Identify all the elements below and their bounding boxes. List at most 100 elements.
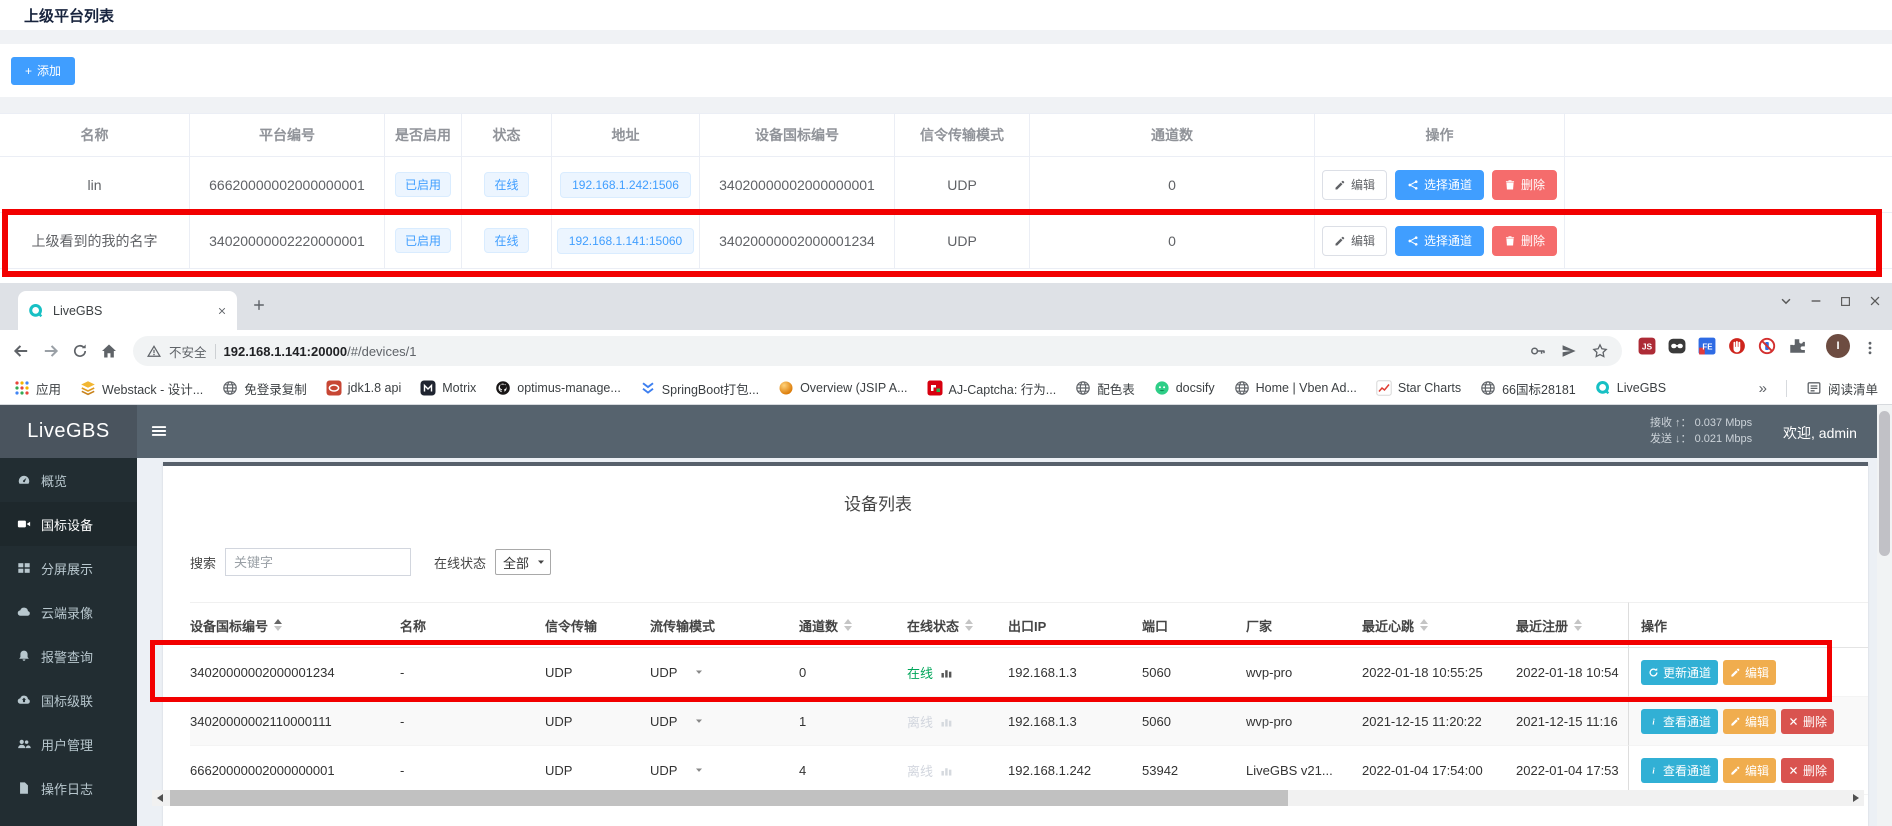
bookmark-item[interactable]: Motrix (420, 380, 476, 396)
app-logo[interactable]: LiveGBS (0, 405, 137, 458)
stream-stats-bars-icon[interactable] (940, 764, 953, 777)
select-channel-button[interactable]: 选择通道 (1395, 170, 1484, 200)
trash-icon (1504, 179, 1516, 191)
send-to-device-icon[interactable] (1561, 343, 1577, 359)
bookmark-item[interactable]: Home | Vben Ad... (1234, 380, 1357, 396)
bookmark-item[interactable]: Star Charts (1376, 380, 1461, 396)
action-refresh-button[interactable]: 更新通道 (1641, 660, 1718, 685)
home-button[interactable] (100, 342, 118, 360)
bookmark-item[interactable]: docsify (1154, 380, 1215, 396)
vertical-scrollbar-thumb[interactable] (1879, 411, 1890, 556)
add-platform-button[interactable]: + 添加 (11, 57, 75, 85)
profile-avatar[interactable]: I (1826, 334, 1850, 358)
x-icon (1788, 716, 1799, 727)
device-stream-mode[interactable]: UDP (650, 746, 799, 795)
stream-stats-bars-icon[interactable] (940, 715, 953, 728)
sidebar-item-file[interactable]: 操作日志 (0, 766, 137, 810)
scroll-left-arrow[interactable] (152, 790, 168, 806)
bookmark-item[interactable]: 应用 (14, 379, 61, 398)
delete-platform-button[interactable]: 删除 (1492, 226, 1557, 256)
bookmark-item[interactable]: AJ-Captcha: 行为... (927, 379, 1057, 398)
platform-table-row: lin66620000002000000001已启用在线192.168.1.24… (0, 157, 1892, 213)
window-close-button[interactable] (1868, 294, 1882, 308)
bookmark-item[interactable]: jdk1.8 api (326, 380, 402, 396)
sidebar-item-grid[interactable]: 分屏展示 (0, 546, 137, 590)
device-column-header[interactable]: 在线状态 (907, 602, 1008, 648)
status-badge: 在线 (484, 172, 528, 197)
sidebar-item-cloud[interactable]: 云端录像 (0, 590, 137, 634)
edit-platform-button[interactable]: 编辑 (1322, 226, 1387, 256)
search-input[interactable] (225, 548, 411, 576)
device-stream-mode[interactable]: UDP (650, 648, 799, 697)
stream-stats-bars-icon[interactable] (940, 666, 953, 679)
address-bar[interactable]: 不安全 192.168.1.141:20000/#/devices/1 (133, 336, 1622, 366)
forward-button[interactable] (42, 342, 60, 360)
device-stream-mode[interactable]: UDP (650, 697, 799, 746)
bookmarks-overflow-chevron[interactable]: » (1759, 380, 1767, 397)
sidebar-item-cloud-up[interactable]: 国标级联 (0, 678, 137, 722)
sidebar-item-gears[interactable]: 基础配置 (0, 810, 137, 826)
tab-close-icon[interactable] (217, 306, 227, 316)
bookmark-item[interactable]: Webstack - 设计... (80, 379, 203, 398)
security-warning-icon[interactable] (147, 344, 161, 358)
window-menu-chevron-icon[interactable] (1779, 294, 1793, 308)
horizontal-scrollbar-thumb[interactable] (170, 790, 1288, 806)
device-column-header[interactable]: 通道数 (799, 602, 907, 648)
scroll-right-arrow[interactable] (1848, 790, 1864, 806)
window-minimize-button[interactable] (1809, 294, 1823, 308)
password-key-icon[interactable] (1530, 343, 1546, 359)
reload-button[interactable] (72, 343, 88, 359)
action-info-button[interactable]: i查看通道 (1641, 709, 1718, 734)
bookmark-item[interactable]: optimus-manage... (495, 380, 621, 396)
sidebar-item-dashboard[interactable]: 概览 (0, 458, 137, 502)
sort-arrows-icon[interactable] (1420, 619, 1428, 631)
stream-mode-select[interactable]: UDP (650, 665, 704, 680)
browser-menu-icon[interactable] (1862, 340, 1878, 356)
bookmark-item[interactable]: Overview (JSIP A... (778, 380, 907, 396)
back-button[interactable] (12, 342, 30, 360)
sidebar-item-bell[interactable]: 报警查询 (0, 634, 137, 678)
bookmark-item[interactable]: LiveGBS (1595, 380, 1666, 396)
action-x-button[interactable]: 删除 (1781, 709, 1834, 734)
action-pencil-button[interactable]: 编辑 (1723, 660, 1776, 685)
bookmark-item[interactable]: 免登录复制 (222, 379, 307, 398)
sort-arrows-icon[interactable] (1574, 619, 1582, 631)
sort-arrows-icon[interactable] (274, 619, 282, 631)
delete-platform-button[interactable]: 删除 (1492, 170, 1557, 200)
pencil-icon (1334, 235, 1346, 247)
fe-extension-icon[interactable]: FE (1698, 337, 1716, 355)
sidebar-toggle-hamburger-icon[interactable] (150, 422, 168, 440)
bookmark-star-icon[interactable] (1592, 343, 1608, 359)
bookmark-item[interactable]: 配色表 (1075, 379, 1135, 398)
sort-arrows-icon[interactable] (965, 619, 973, 631)
js-extension-icon[interactable]: JS (1638, 337, 1656, 355)
sidebar-menu: 概览国标设备分屏展示云端录像报警查询国标级联用户管理操作日志基础配置 (0, 458, 137, 826)
bookmark-item[interactable]: SpringBoot打包... (640, 379, 759, 398)
stream-mode-select[interactable]: UDP (650, 714, 704, 729)
device-column-header[interactable]: 设备国标编号 (190, 602, 400, 648)
select-channel-button[interactable]: 选择通道 (1395, 226, 1484, 256)
welcome-user[interactable]: 欢迎, admin (1783, 423, 1857, 443)
sidebar-item-users[interactable]: 用户管理 (0, 722, 137, 766)
incognito-mask-extension-icon[interactable] (1668, 337, 1686, 355)
action-pencil-button[interactable]: 编辑 (1723, 709, 1776, 734)
window-maximize-button[interactable] (1839, 295, 1852, 308)
action-x-button[interactable]: 删除 (1781, 758, 1834, 783)
action-pencil-button[interactable]: 编辑 (1723, 758, 1776, 783)
bookmark-item[interactable]: 66国标28181 (1480, 379, 1576, 398)
extensions-puzzle-icon[interactable] (1788, 337, 1806, 355)
edit-platform-button[interactable]: 编辑 (1322, 170, 1387, 200)
device-column-header[interactable]: 最近注册 (1516, 602, 1628, 648)
sidebar-item-video[interactable]: 国标设备 (0, 502, 137, 546)
new-tab-button[interactable] (252, 298, 266, 312)
browser-tab-livegbs[interactable]: LiveGBS (18, 291, 237, 330)
no-mobile-extension-icon[interactable] (1758, 337, 1776, 355)
sort-arrows-icon[interactable] (844, 619, 852, 631)
device-column-header[interactable]: 最近心跳 (1362, 602, 1516, 648)
online-status-select[interactable]: 全部 (495, 549, 551, 575)
action-info-button[interactable]: i查看通道 (1641, 758, 1718, 783)
blocker-hand-extension-icon[interactable] (1728, 337, 1746, 355)
stream-mode-select[interactable]: UDP (650, 763, 704, 778)
device-channels: 1 (799, 697, 907, 746)
reading-list-button[interactable]: 阅读清单 (1806, 379, 1878, 398)
